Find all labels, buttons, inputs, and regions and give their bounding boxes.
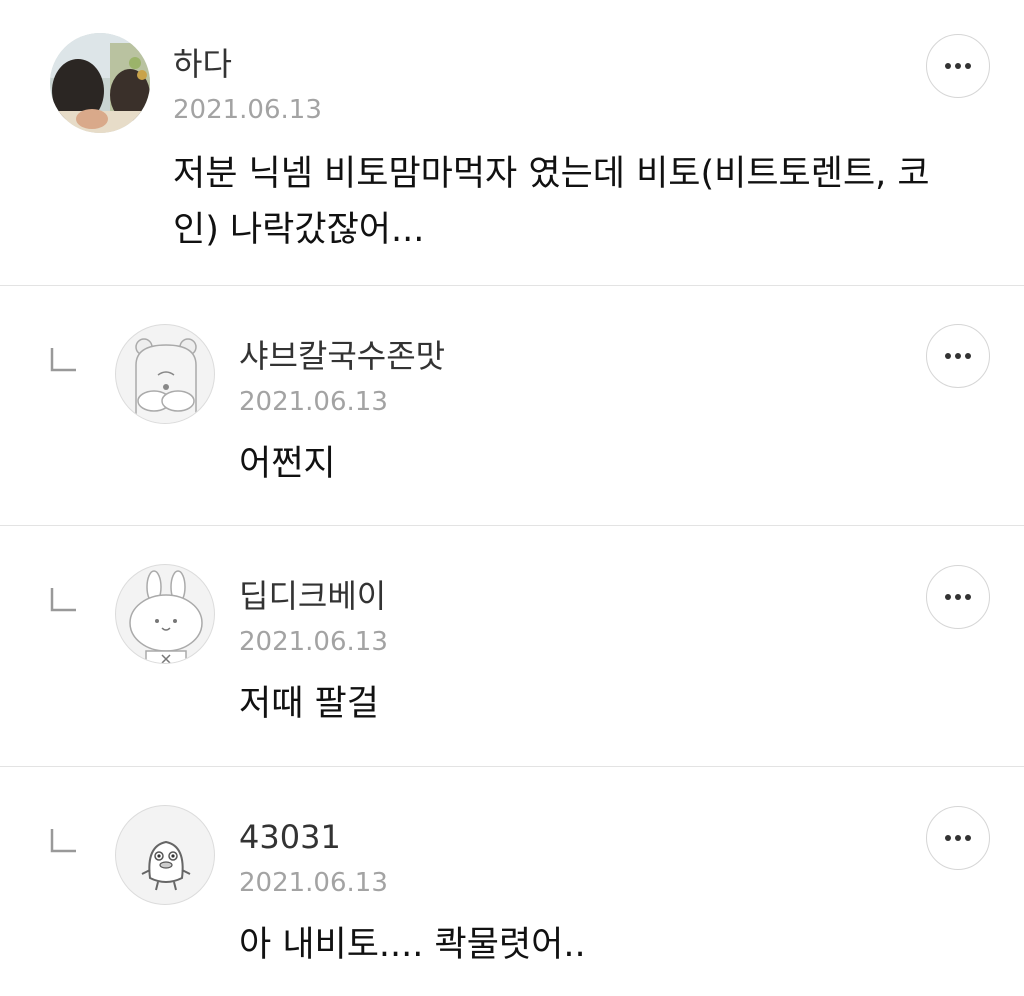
reply-item: 43031 2021.06.13 아 내비토.... 콱물렷어.. — [0, 767, 1024, 996]
avatar[interactable] — [115, 564, 215, 664]
reply-arrow-icon — [50, 588, 76, 612]
comment-author[interactable]: 43031 — [239, 817, 341, 857]
more-options-button[interactable] — [926, 806, 990, 870]
more-options-button[interactable] — [926, 565, 990, 629]
duck-character-icon — [141, 840, 191, 891]
comment-date: 2021.06.13 — [239, 627, 388, 657]
comment-author[interactable]: 하다 — [173, 44, 232, 84]
comment-item: 하다 2021.06.13 저분 닉넴 비토맘마먹자 였는데 비토(비트토렌트,… — [0, 0, 1024, 285]
comment-body: 저때 팔걸 — [239, 684, 379, 724]
comment-date: 2021.06.13 — [239, 387, 388, 417]
more-dots-icon — [945, 63, 971, 69]
comment-body: 어쩐지 — [239, 444, 336, 484]
more-options-button[interactable] — [926, 324, 990, 388]
avatar[interactable] — [50, 33, 150, 133]
avatar[interactable] — [115, 324, 215, 424]
more-dots-icon — [945, 835, 971, 841]
comment-date: 2021.06.13 — [173, 95, 322, 125]
reply-arrow-icon — [50, 348, 76, 372]
comment-body-line: 저분 닉넴 비토맘마먹자 였는데 비토(비트토렌트, 코 — [173, 154, 930, 194]
profile-photo — [50, 33, 150, 133]
reply-item: 샤브칼국수존맛 2021.06.13 어쩐지 — [0, 286, 1024, 525]
bunny-character-icon — [129, 570, 203, 663]
reply-arrow-icon — [50, 829, 76, 853]
more-dots-icon — [945, 594, 971, 600]
comment-date: 2021.06.13 — [239, 868, 388, 898]
comment-author[interactable]: 샤브칼국수존맛 — [239, 336, 445, 376]
reply-item: 딥디크베이 2021.06.13 저때 팔걸 — [0, 526, 1024, 766]
more-dots-icon — [945, 353, 971, 359]
comment-body-line: 인) 나락갔잖어... — [173, 210, 425, 250]
avatar[interactable] — [115, 805, 215, 905]
hamster-character-icon — [135, 338, 197, 423]
more-options-button[interactable] — [926, 34, 990, 98]
comment-body: 아 내비토.... 콱물렷어.. — [239, 925, 586, 965]
comment-author[interactable]: 딥디크베이 — [239, 576, 386, 616]
